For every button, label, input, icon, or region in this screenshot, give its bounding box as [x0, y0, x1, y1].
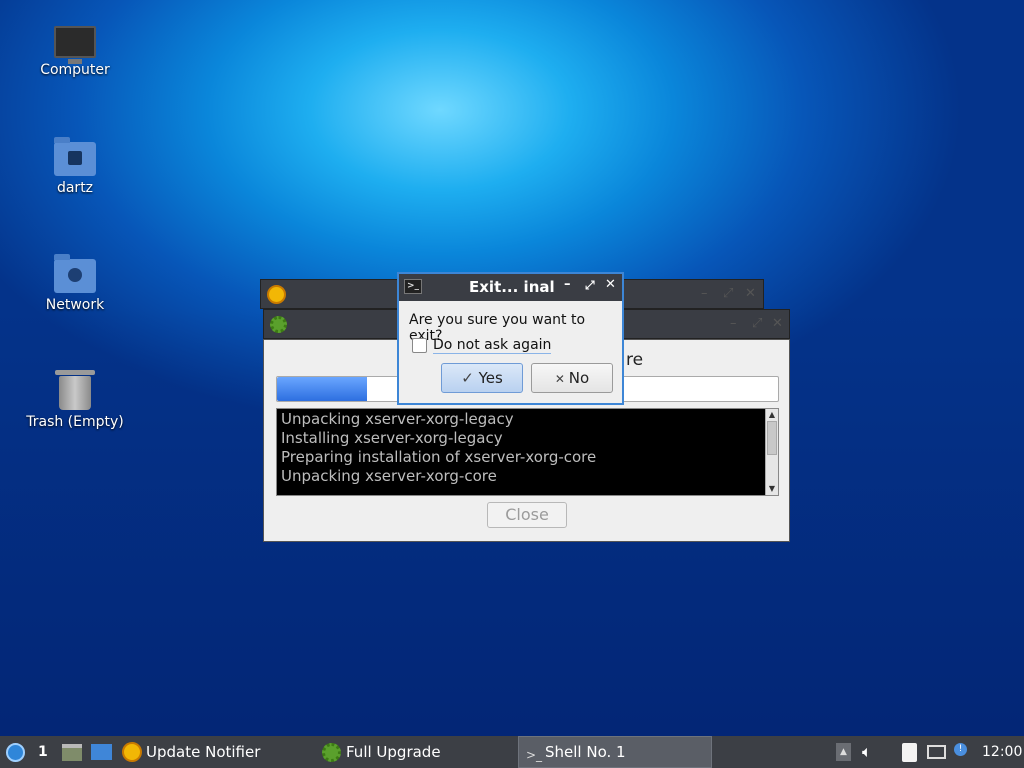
desktop-icon-trash[interactable]: Trash (Empty) — [20, 370, 130, 430]
dialog-titlebar: >_ Exit... inal – ⤢ ✕ — [399, 274, 622, 301]
task-update-notifier[interactable]: Update Notifier — [122, 736, 312, 768]
speaker-icon: 🔈︎ — [862, 742, 872, 761]
clock[interactable]: 12:00 — [982, 736, 1022, 768]
show-desktop-button[interactable] — [91, 736, 113, 768]
scroll-thumb[interactable] — [767, 421, 777, 455]
network-tray[interactable] — [927, 736, 947, 768]
update-notifier-icon — [122, 742, 142, 762]
desktop-icon-network[interactable]: Network — [20, 253, 130, 313]
update-tray[interactable]: ! — [952, 736, 972, 768]
no-label: No — [568, 369, 590, 387]
log-line: Preparing installation of xserver-xorg-c… — [281, 448, 597, 466]
tray-scroll-button[interactable]: ▲ — [836, 736, 852, 768]
workspace-switcher[interactable]: 1 — [38, 736, 52, 768]
window-heading: re — [626, 350, 644, 370]
task-label: Update Notifier — [146, 743, 261, 761]
desktop-icon-label: dartz — [56, 180, 94, 196]
checkmark-icon: ✓ — [461, 369, 479, 387]
task-label: Shell No. 1 — [545, 743, 626, 761]
trash-icon — [55, 370, 95, 410]
desktop-icon-computer[interactable]: Computer — [20, 20, 130, 78]
show-desktop-icon — [91, 744, 112, 760]
terminal-icon: >_ — [526, 748, 543, 762]
info-icon: ! — [954, 743, 967, 756]
log-line: Unpacking xserver-xorg-core — [281, 467, 497, 485]
file-manager-launcher[interactable] — [61, 736, 83, 768]
terminal-icon: >_ — [404, 279, 422, 294]
log-output: Unpacking xserver-xorg-legacy Installing… — [276, 408, 779, 496]
desktop-icon-label: Trash (Empty) — [26, 414, 124, 430]
close-button[interactable]: ✕ — [745, 286, 756, 301]
arrow-up-icon: ▲ — [836, 743, 851, 761]
scroll-up-arrow-icon[interactable]: ▲ — [766, 409, 778, 421]
start-menu-button[interactable] — [4, 736, 28, 768]
computer-icon — [54, 26, 96, 64]
network-icon — [927, 745, 946, 759]
taskbar: 1 Update Notifier Full Upgrade >_ Shell … — [0, 736, 1024, 768]
yes-label: Yes — [478, 369, 503, 387]
checkbox-label[interactable]: Do not ask again — [433, 337, 552, 354]
gear-icon — [270, 316, 287, 333]
task-label: Full Upgrade — [346, 743, 441, 761]
task-shell[interactable]: >_ Shell No. 1 — [518, 736, 712, 768]
clipboard-icon — [902, 743, 917, 762]
exit-dialog: >_ Exit... inal – ⤢ ✕ Are you sure you w… — [397, 272, 624, 405]
minimize-button[interactable]: – — [564, 277, 571, 292]
do-not-ask-checkbox[interactable] — [412, 338, 427, 353]
desktop-icon-label: Computer — [40, 62, 110, 78]
file-manager-icon — [62, 744, 82, 761]
scroll-down-arrow-icon[interactable]: ▼ — [766, 483, 778, 495]
minimize-button[interactable]: – — [730, 316, 737, 331]
maximize-button[interactable]: ⤢ — [585, 278, 595, 293]
home-folder-icon — [54, 137, 96, 176]
maximize-button[interactable]: ⤢ — [723, 286, 733, 301]
close-window-button[interactable]: Close — [487, 502, 567, 528]
progress-fill — [277, 377, 368, 401]
network-folder-icon — [54, 254, 96, 293]
close-x-icon: ✕ — [554, 372, 569, 386]
minimize-button[interactable]: – — [701, 286, 708, 301]
update-notifier-icon — [267, 285, 286, 304]
no-button[interactable]: ✕ No — [531, 363, 613, 393]
desktop-icon-label: Network — [45, 297, 105, 313]
clipboard-tray[interactable] — [900, 736, 920, 768]
close-button[interactable]: ✕ — [772, 316, 783, 331]
dialog-title: Exit... inal — [469, 278, 555, 296]
maximize-button[interactable]: ⤢ — [752, 316, 762, 331]
log-line: Installing xserver-xorg-legacy — [281, 429, 503, 447]
desktop-icon-home[interactable]: dartz — [20, 136, 130, 196]
gear-icon — [322, 743, 341, 762]
close-button[interactable]: ✕ — [605, 277, 616, 292]
yes-button[interactable]: ✓ Yes — [441, 363, 523, 393]
log-scrollbar[interactable]: ▲ ▼ — [765, 409, 778, 495]
lubuntu-logo-icon — [6, 743, 25, 762]
log-line: Unpacking xserver-xorg-legacy — [281, 410, 514, 428]
task-full-upgrade[interactable]: Full Upgrade — [322, 736, 512, 768]
volume-control[interactable]: 🔈︎ — [862, 736, 882, 768]
